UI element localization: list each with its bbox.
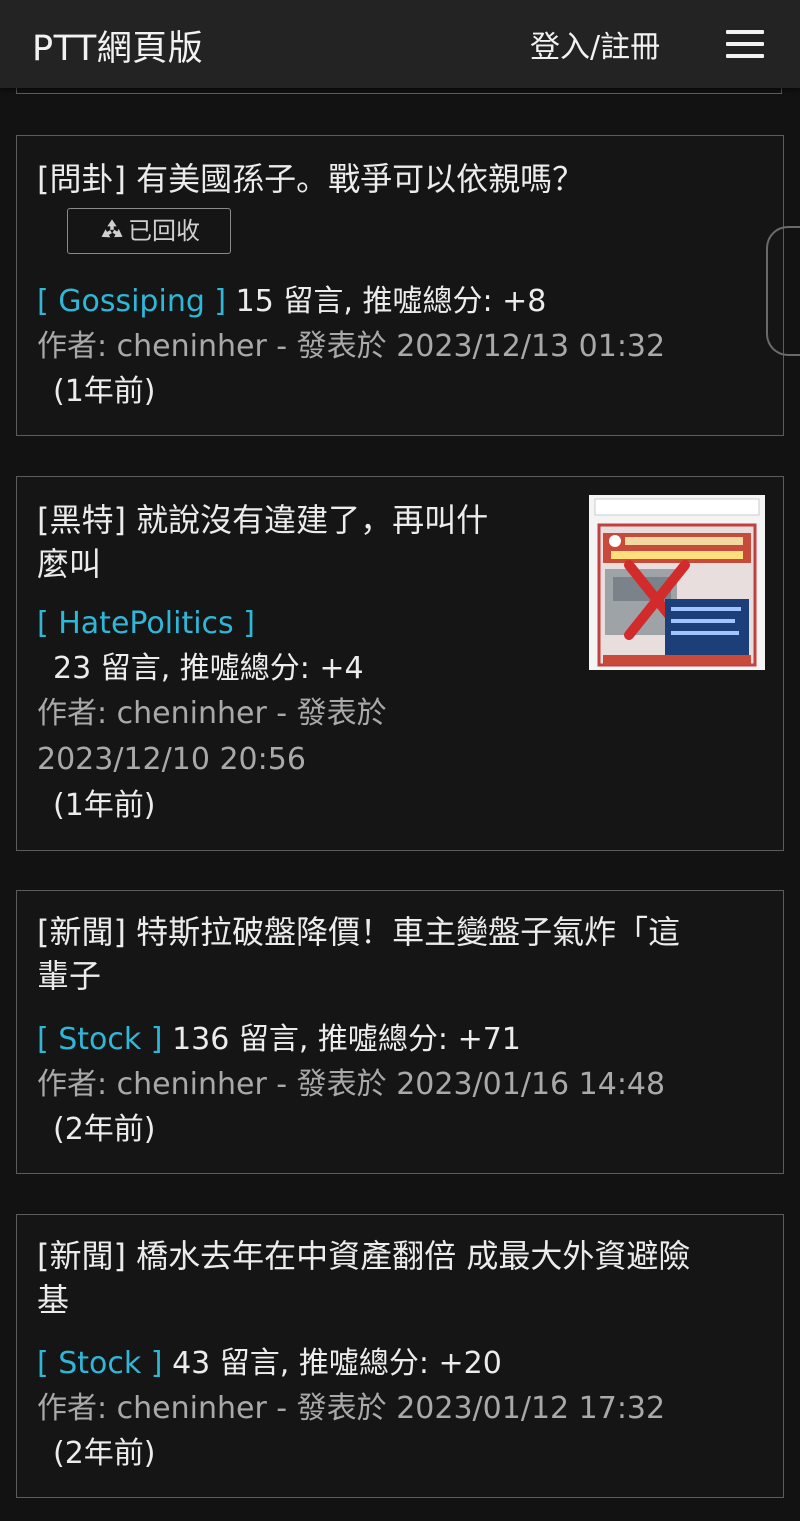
board-link[interactable]: [ Stock ] 136 留言, 推噓總分: +71: [37, 1017, 521, 1063]
post-card[interactable]: [黑特] 就說沒有違建了，再叫什 麼叫 [ HatePolitics ] 23 …: [16, 476, 784, 851]
post-card[interactable]: [問卦] 有美國孫子。戰爭可以依親嗎？ 已回收 [ Gossiping ] 15…: [16, 135, 784, 436]
post-title-line2[interactable]: 輩子: [37, 953, 101, 999]
post-stats: 136 留言, 推噓總分: +71: [172, 1022, 521, 1057]
board-name[interactable]: [ Gossiping ]: [37, 284, 226, 319]
author-line-1: 作者: cheninher - 發表於: [37, 696, 387, 731]
author-line: 作者: cheninher - 發表於 2023/01/16 14:48: [37, 1067, 666, 1102]
post-stats: 15 留言, 推噓總分: +8: [235, 284, 547, 319]
author-line: 作者: cheninher - 發表於 2023/12/13 01:32: [37, 329, 666, 364]
time-ago: (1年前): [53, 788, 156, 823]
post-title-line2[interactable]: 基: [37, 1277, 69, 1323]
board-name[interactable]: [ Stock ]: [37, 1346, 163, 1381]
board-link[interactable]: [ Gossiping ] 15 留言, 推噓總分: +8: [37, 279, 546, 325]
recycle-icon: [101, 219, 123, 238]
login-register-link[interactable]: 登入/註冊: [530, 22, 660, 66]
time-ago: (2年前): [53, 1112, 156, 1147]
post-title-line2[interactable]: 麼叫: [37, 541, 101, 587]
time-ago: (2年前): [53, 1436, 156, 1471]
hamburger-menu-icon[interactable]: [726, 30, 764, 58]
thumbnail-image: [589, 495, 765, 670]
time-ago: (1年前): [53, 374, 156, 409]
post-stats: 23 留言, 推噓總分: +4: [53, 651, 364, 686]
post-stats: 43 留言, 推噓總分: +20: [172, 1346, 502, 1381]
post-card[interactable]: [新聞] 特斯拉破盤降價！車主變盤子氣炸「這 輩子 [ Stock ] 136 …: [16, 890, 784, 1174]
board-name[interactable]: [ HatePolitics ]: [37, 601, 255, 647]
post-title-line1[interactable]: [新聞] 橋水去年在中資產翻倍 成最大外資避險: [37, 1233, 690, 1279]
board-name[interactable]: [ Stock ]: [37, 1022, 163, 1057]
recycled-label: 已回收: [128, 217, 200, 245]
app-title[interactable]: PTT網頁版: [32, 20, 203, 71]
post-title-line1[interactable]: [黑特] 就說沒有違建了，再叫什: [37, 497, 488, 543]
scroll-handle[interactable]: [766, 226, 800, 356]
top-app-bar: PTT網頁版 登入/註冊: [0, 0, 800, 88]
post-title[interactable]: [問卦] 有美國孫子。戰爭可以依親嗎？: [37, 156, 584, 202]
post-title-line1[interactable]: [新聞] 特斯拉破盤降價！車主變盤子氣炸「這: [37, 909, 680, 955]
post-thumbnail[interactable]: [589, 495, 765, 670]
board-link[interactable]: [ Stock ] 43 留言, 推噓總分: +20: [37, 1341, 502, 1387]
author-line: 作者: cheninher - 發表於 2023/01/12 17:32: [37, 1391, 666, 1426]
post-card[interactable]: [新聞] 橋水去年在中資產翻倍 成最大外資避險 基 [ Stock ] 43 留…: [16, 1214, 784, 1498]
recycled-badge: 已回收: [67, 208, 231, 254]
author-line-2: 2023/12/10 20:56: [37, 742, 306, 777]
